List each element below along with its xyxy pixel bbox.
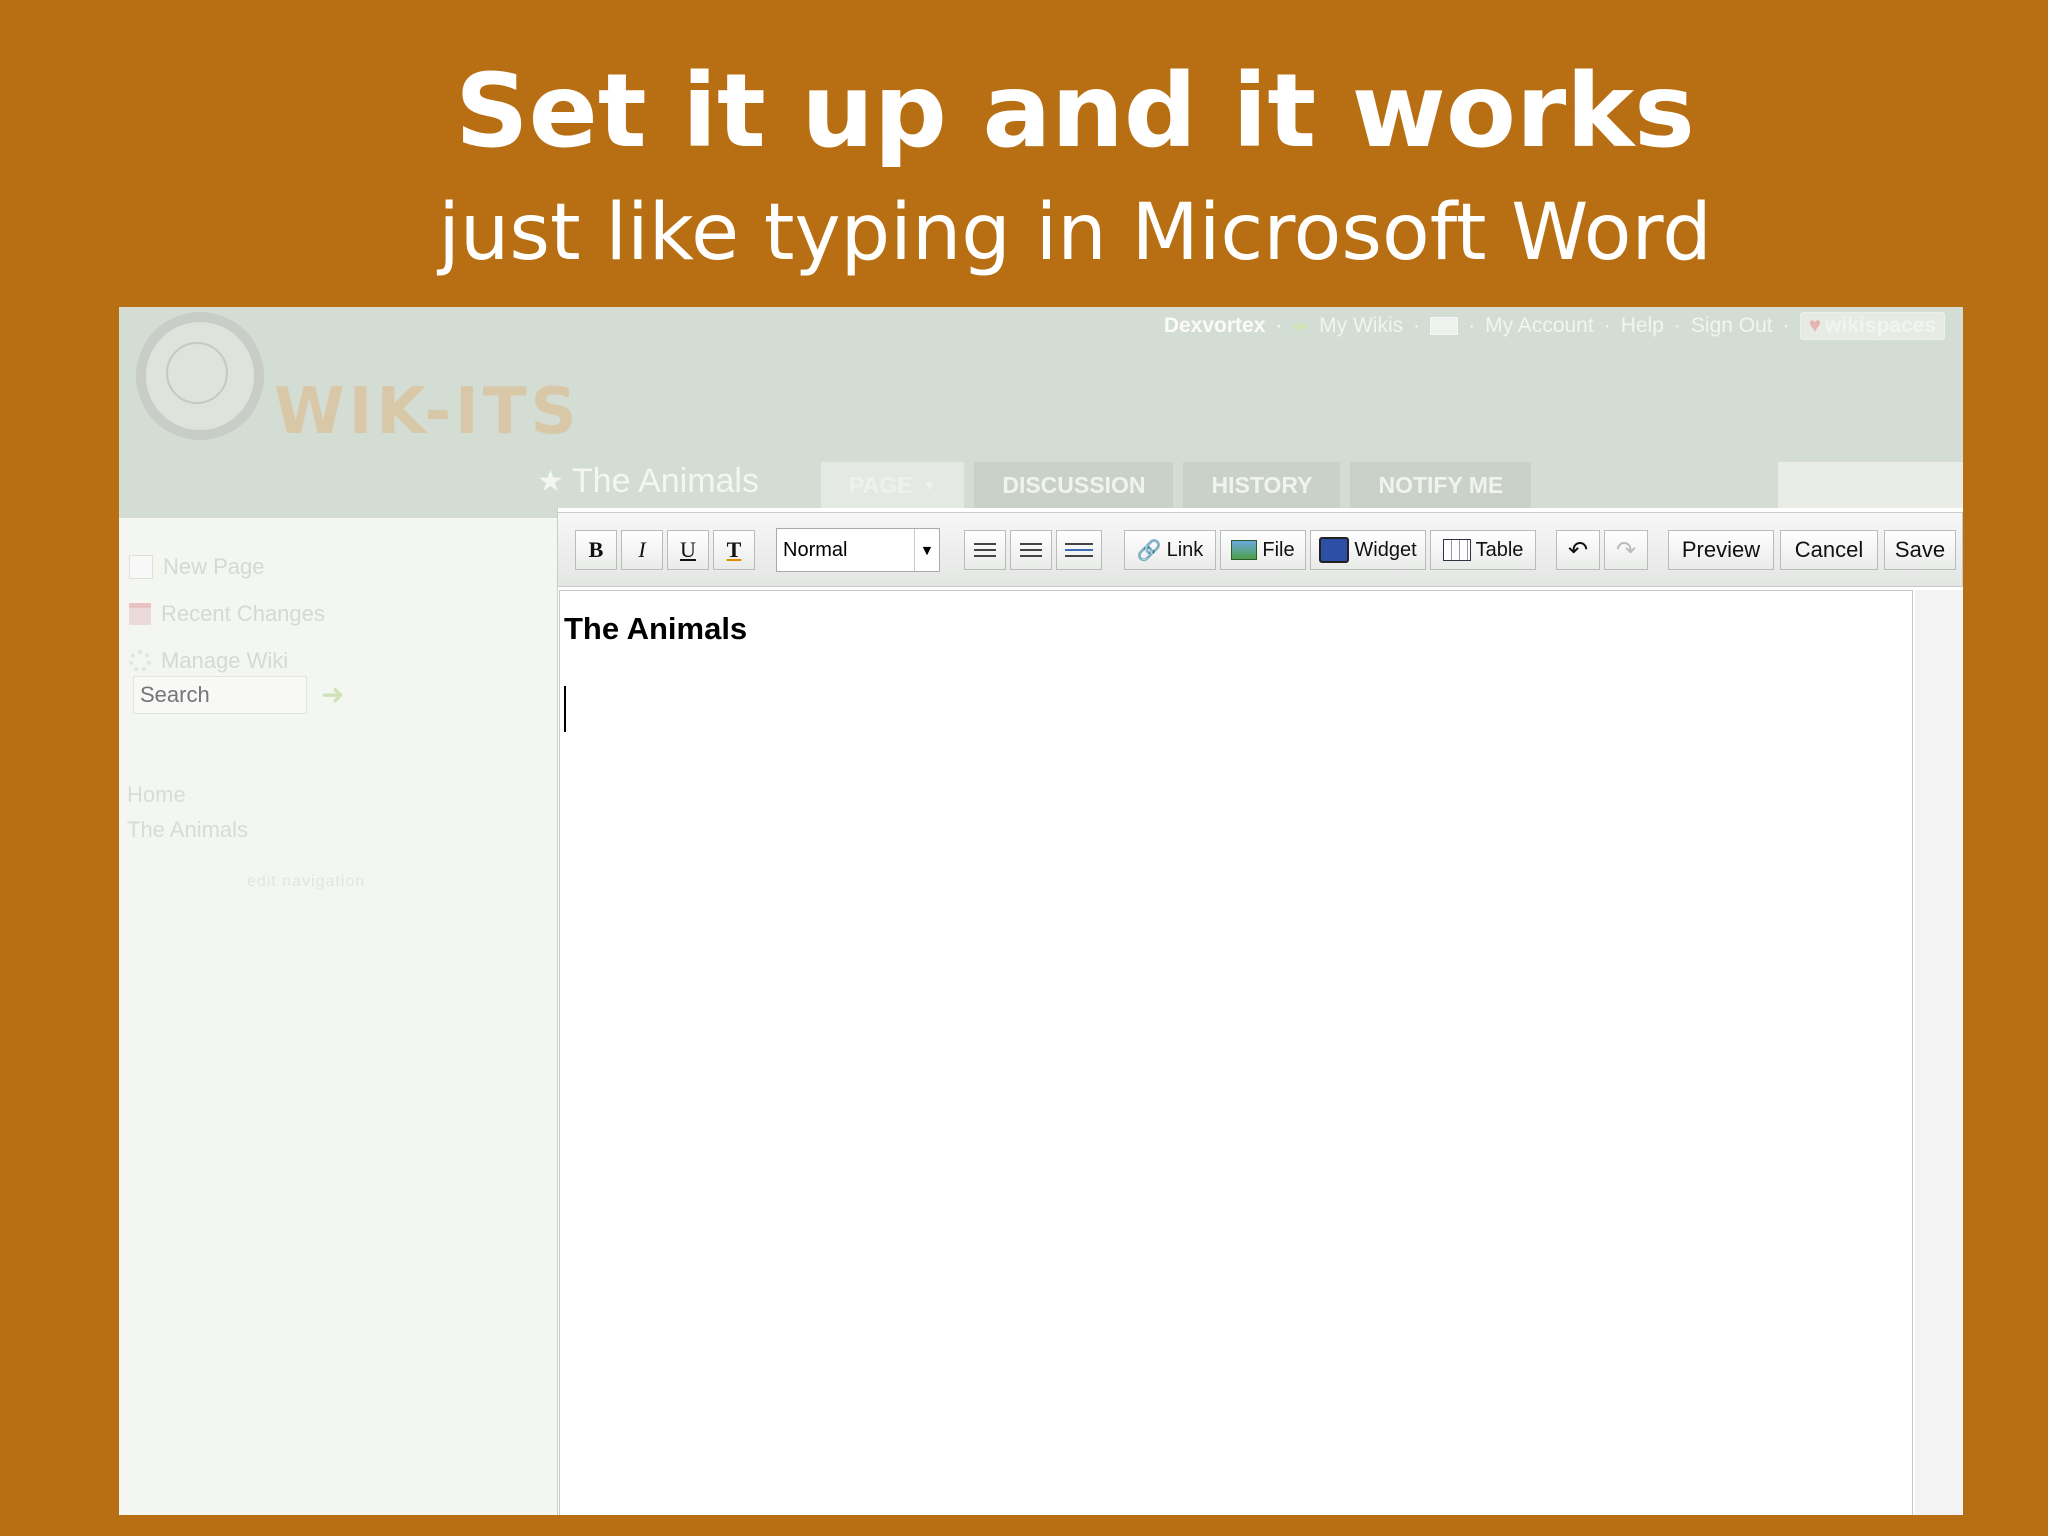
page-title: The Animals [571,462,759,500]
table-icon [1442,539,1471,561]
sidebar-item-new-page[interactable]: New Page [129,554,265,580]
editor-scrollbar[interactable] [1915,590,1963,1515]
edit-navigation-link[interactable]: edit navigation [247,873,365,891]
editor-toolbar: B I U T Normal ▼ 🔗 Link File Widget Table [557,512,1963,587]
chevron-down-icon: ▼ [922,477,937,493]
my-wikis-icon: ➦ [1292,315,1310,338]
my-account-link[interactable]: My Account [1485,314,1594,338]
sidebar-item-manage-wiki[interactable]: Manage Wiki [129,648,288,674]
table-button[interactable]: Table [1430,530,1536,570]
text-color-button[interactable]: T [713,530,755,570]
nav-link-the-animals[interactable]: The Animals [127,817,248,843]
text-cursor [564,686,566,732]
star-icon[interactable]: ★ [537,464,564,499]
wiki-logo: WIK-ITS [274,375,581,449]
wiki-screenshot: WIK-ITS Dexvortex · ➦ My Wikis · · My Ac… [119,307,1963,1515]
institute-seal-logo [136,312,264,440]
align-icon [1065,543,1093,557]
chevron-down-icon: ▼ [914,529,939,571]
search-input[interactable] [133,676,307,714]
wiki-header: WIK-ITS Dexvortex · ➦ My Wikis · · My Ac… [119,307,1963,518]
widget-icon [1319,537,1350,563]
redo-icon: ↷ [1615,536,1637,564]
mail-icon[interactable] [1430,317,1459,335]
wikispaces-icon: ♥ [1808,314,1822,337]
image-icon [1231,540,1258,560]
cancel-button[interactable]: Cancel [1780,530,1878,570]
undo-icon: ↶ [1567,536,1589,564]
search-go-icon[interactable]: ➜ [321,678,344,711]
top-links: Dexvortex · ➦ My Wikis · · My Account · … [1164,311,1945,341]
widget-button[interactable]: Widget [1310,530,1426,570]
link-icon: 🔗 [1136,539,1162,562]
numbered-list-icon [974,543,996,557]
horizontal-rule-button[interactable] [1056,530,1102,570]
underline-button[interactable]: U [667,530,709,570]
page-heading: ★ The Animals [537,462,759,501]
slide-subtitle: just like typing in Microsoft Word [438,188,1712,278]
redo-button[interactable]: ↷ [1604,530,1648,570]
italic-button[interactable]: I [621,530,663,570]
numbered-list-button[interactable] [964,530,1006,570]
tab-notify-me[interactable]: NOTIFY ME [1350,462,1532,508]
undo-button[interactable]: ↶ [1556,530,1600,570]
tab-history[interactable]: HISTORY [1183,462,1341,508]
sidebar: New Page Recent Changes Manage Wiki ➜ Ho… [119,518,529,1515]
slide-title: Set it up and it works [455,52,1695,171]
tab-discussion[interactable]: DISCUSSION [974,462,1174,508]
text-color-icon: T [726,537,742,562]
nav-link-home[interactable]: Home [127,782,186,808]
document-heading[interactable]: The Animals [564,611,747,647]
tab-bar-end [1778,462,1963,508]
document-editor[interactable]: The Animals [559,590,1913,1515]
page-icon [129,555,153,579]
wikispaces-badge[interactable]: ♥ wikispaces [1799,312,1945,340]
save-button[interactable]: Save [1884,530,1956,570]
my-wikis-link[interactable]: My Wikis [1319,314,1403,338]
bold-button[interactable]: B [575,530,617,570]
sign-out-link[interactable]: Sign Out [1691,314,1773,338]
username-link[interactable]: Dexvortex [1164,314,1266,338]
calendar-icon [129,603,151,625]
file-button[interactable]: File [1220,530,1306,570]
format-select[interactable]: Normal ▼ [776,528,940,572]
link-button[interactable]: 🔗 Link [1124,530,1216,570]
tab-page[interactable]: PAGE ▼ [821,462,965,508]
bullet-list-button[interactable] [1010,530,1052,570]
page-tabs: PAGE ▼ DISCUSSION HISTORY NOTIFY ME [821,462,1532,508]
help-link[interactable]: Help [1621,314,1664,338]
sidebar-item-recent-changes[interactable]: Recent Changes [129,601,325,627]
preview-button[interactable]: Preview [1668,530,1774,570]
gear-icon [129,650,151,672]
bullet-list-icon [1020,543,1042,557]
